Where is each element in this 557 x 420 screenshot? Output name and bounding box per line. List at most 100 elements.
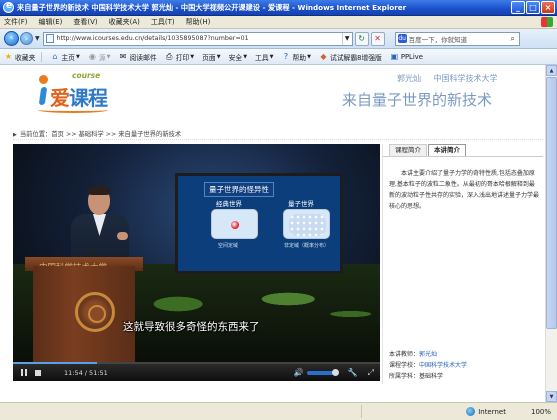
scroll-down-icon[interactable]: ▼ (546, 391, 557, 402)
read-mail-label: 阅读邮件 (129, 53, 157, 62)
crack-label: 试试解霸8增强版 (329, 53, 382, 62)
forward-button[interactable]: › (20, 32, 33, 45)
address-dropdown-icon[interactable]: ▼ (341, 32, 352, 45)
menu-tools[interactable]: 工具(T) (151, 17, 175, 27)
printer-icon: ⎙ (165, 52, 173, 61)
menu-favorites[interactable]: 收藏夹(A) (109, 17, 140, 27)
meta-teacher-row: 本讲教师：郭光灿 (389, 349, 539, 360)
globe-icon (466, 407, 476, 416)
site-header: course 爱课程 郭光灿 中国科学技术大学 来自量子世界的新技术 (12, 65, 532, 121)
course-title: 来自量子世界的新技术 (342, 91, 493, 109)
header-school: 中国科学技术大学 (433, 74, 498, 83)
safety-label: 安全 (228, 53, 243, 62)
tab-course-intro[interactable]: 课程简介 (389, 144, 427, 156)
volume-icon[interactable]: 🔊 (294, 368, 304, 377)
slide-title: 量子世界的怪异性 (204, 182, 274, 197)
favorites-button[interactable]: ★ 收藏夹 (4, 51, 43, 62)
particle-icon (231, 221, 239, 229)
breadcrumb-text[interactable]: 当前位置：首页 >> 基础科学 >> 来自量子世界的新技术 (20, 131, 181, 138)
back-button[interactable]: ‹ (4, 31, 19, 46)
print-button[interactable]: ⎙ 打印 ▼ (165, 52, 194, 62)
page-label: 页面 (202, 53, 216, 62)
safety-menu-button[interactable]: 安全 ▼ (229, 52, 247, 62)
zoom-level[interactable]: 100% (531, 408, 551, 416)
feeds-button[interactable]: ◉ 源 ▼ (88, 52, 111, 62)
pause-button[interactable] (19, 368, 29, 378)
address-field[interactable]: http://www.icourses.edu.cn/details/10358… (42, 31, 353, 46)
slide-quantum-sub: 非定域（概率分布） (284, 243, 330, 249)
pplive-button[interactable]: ▣ PPLive (390, 52, 423, 61)
scroll-thumb[interactable] (546, 77, 557, 329)
meta-category-value: 基础科学 (419, 373, 444, 380)
lecture-description: 本讲主要介绍了量子力学的奇特性质,包括态叠加原理,基本粒子的波粒二象性。从最初的… (389, 170, 540, 210)
close-button[interactable]: × (541, 1, 555, 14)
page-content: course 爱课程 郭光灿 中国科学技术大学 来自量子世界的新技术 ▶ 当前位置… (0, 65, 557, 402)
home-button[interactable]: ⌂ 主页 ▼ (50, 52, 80, 62)
history-dropdown-icon[interactable]: ▼ (35, 35, 40, 42)
search-icon[interactable]: ⌕ (507, 34, 519, 44)
star-icon: ★ (4, 52, 13, 61)
settings-wrench-icon[interactable]: 🔧 (348, 368, 358, 377)
site-logo[interactable]: course 爱课程 (34, 69, 119, 117)
search-input[interactable]: du 百度一下，你就知道 ⌕ (394, 31, 520, 46)
tools-label: 工具 (255, 53, 269, 62)
scroll-up-icon[interactable]: ▲ (546, 65, 557, 76)
meta-teacher-label: 本讲教师： (389, 351, 420, 358)
university-emblem (75, 292, 115, 332)
breadcrumb: ▶ 当前位置：首页 >> 基础科学 >> 来自量子世界的新技术 (13, 129, 543, 140)
crack-button[interactable]: ◆ 试试解霸8增强版 (319, 52, 382, 62)
time-display: 11:54 / 51:51 (64, 368, 108, 377)
meta-school-link[interactable]: 中国科学技术大学 (419, 362, 467, 369)
volume-slider[interactable] (306, 368, 339, 376)
minimize-button[interactable]: _ (511, 1, 525, 14)
menu-help[interactable]: 帮助(H) (186, 17, 211, 27)
logo-i-icon (36, 75, 50, 105)
print-label: 打印 (175, 53, 190, 62)
windows-flag-icon (541, 17, 553, 27)
header-teacher: 郭光灿 (397, 74, 421, 83)
security-zone: Internet (466, 407, 506, 416)
slide-quantum-label: 量子世界 (288, 200, 314, 208)
header-teacher-school: 郭光灿 中国科学技术大学 (397, 73, 508, 84)
mail-icon: ✉ (119, 52, 127, 61)
video-player[interactable]: 量子世界的怪异性 经典世界 量子世界 空间定域 非定域（概率分布） 中国科学技术… (13, 144, 380, 381)
status-text-area (2, 405, 362, 418)
page-menu-button[interactable]: 页面 ▼ (202, 52, 220, 62)
breadcrumb-arrow-icon: ▶ (13, 132, 17, 138)
probability-cloud-icon (289, 214, 326, 236)
info-tabs: 课程简介 本讲简介 (389, 144, 467, 156)
menu-edit[interactable]: 编辑(E) (39, 17, 63, 27)
crack-icon: ◆ (320, 52, 327, 61)
meta-school-label: 课程学校： (389, 362, 420, 369)
meta-school-row: 课程学校：中国科学技术大学 (389, 360, 539, 371)
menu-bar: 文件(F) 编辑(E) 查看(V) 收藏夹(A) 工具(T) 帮助(H) (0, 16, 557, 29)
refresh-button[interactable]: ↻ (354, 31, 369, 46)
title-bar: 来自量子世界的新技术 中国科学技术大学 郭光灿 - 中国大学视频公开课建设 - … (0, 0, 557, 16)
course-info-panel: 课程简介 本讲简介 本讲主要介绍了量子力学的奇特性质,包括态叠加原理,基本粒子的… (382, 144, 543, 384)
fullscreen-icon[interactable]: ⤢ (368, 368, 374, 378)
meta-teacher-link[interactable]: 郭光灿 (419, 351, 437, 358)
slide-classical-label: 经典世界 (216, 200, 242, 208)
help-menu-button[interactable]: ? 帮助 ▼ (282, 52, 311, 62)
stop-video-button[interactable] (35, 369, 41, 376)
pplive-label: PPLive (400, 52, 423, 61)
maximize-button[interactable]: □ (526, 1, 540, 14)
vertical-scrollbar[interactable]: ▲ ▼ (545, 65, 557, 402)
menu-file[interactable]: 文件(F) (4, 17, 28, 27)
feed-icon: ◉ (88, 52, 96, 61)
tab-lecture-intro[interactable]: 本讲简介 (428, 144, 466, 156)
help-icon: ? (283, 52, 289, 61)
meta-category-row: 所属学科：基础科学 (389, 371, 539, 382)
favorites-label: 收藏夹 (15, 53, 36, 62)
window-title: 来自量子世界的新技术 中国科学技术大学 郭光灿 - 中国大学视频公开课建设 - … (17, 2, 407, 12)
slide-classical-sub: 空间定域 (218, 243, 239, 249)
menu-view[interactable]: 查看(V) (73, 17, 97, 27)
status-bar: Internet 100% (0, 402, 557, 420)
url-text[interactable]: http://www.icourses.edu.cn/details/10358… (57, 35, 342, 42)
read-mail-button[interactable]: ✉ 阅读邮件 (119, 52, 157, 62)
page-icon (45, 34, 54, 43)
video-frame[interactable]: 量子世界的怪异性 经典世界 量子世界 空间定域 非定域（概率分布） 中国科学技术… (13, 144, 380, 364)
stop-button[interactable]: ✕ (370, 31, 385, 46)
tools-menu-button[interactable]: 工具 ▼ (255, 52, 273, 62)
help-label: 帮助 (292, 53, 307, 62)
